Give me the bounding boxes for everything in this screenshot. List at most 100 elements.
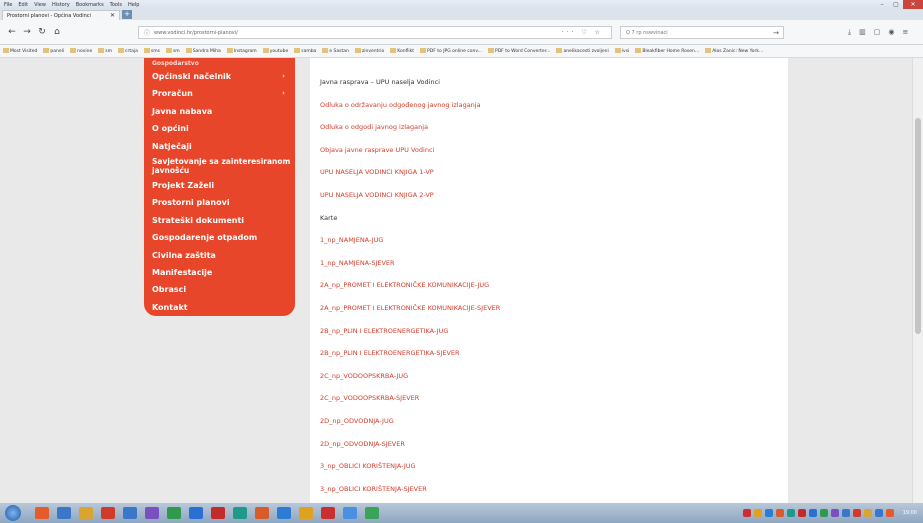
menu-item-edit[interactable]: Edit	[18, 2, 28, 8]
tray-icon[interactable]	[830, 509, 839, 517]
scrollbar-thumb[interactable]	[915, 118, 921, 334]
bookmark-item[interactable]: Bleakfiber Home Rosen...	[635, 48, 699, 54]
start-button[interactable]	[5, 505, 21, 521]
bookmark-item[interactable]: Instagram	[226, 48, 257, 54]
taskbar-app-icon[interactable]	[101, 507, 115, 519]
document-link[interactable]: 2D_np_ODVODNJA-SJEVER	[320, 440, 405, 448]
sidebar-icon[interactable]: ▢	[874, 28, 881, 37]
sidebar-item-1[interactable]: Proračun ›	[144, 85, 295, 102]
menu-item-bookmarks[interactable]: Bookmarks	[76, 2, 104, 8]
tray-icon[interactable]	[764, 509, 773, 517]
maximize-button[interactable]: ▢	[889, 0, 903, 9]
taskbar-app-icon[interactable]	[365, 507, 379, 519]
sidebar-item-8[interactable]: Strateški dokumenti	[144, 212, 295, 229]
document-link[interactable]: 3_np_OBLICI KORIŠTENJA-SJEVER	[320, 485, 427, 493]
tray-icon[interactable]	[797, 509, 806, 517]
menu-icon[interactable]: ≡	[902, 28, 908, 37]
library-icon[interactable]: ▥	[859, 28, 866, 37]
home-icon[interactable]: ⌂	[51, 26, 63, 38]
close-window-button[interactable]: ✕	[903, 0, 923, 9]
taskbar-app-icon[interactable]	[255, 507, 269, 519]
search-input[interactable]: Q 7 rp nswvinaci →	[620, 26, 784, 39]
document-link[interactable]: 1_np_NAMJENA-JUG	[320, 236, 383, 244]
document-link[interactable]: 3_np_OBLICI KORIŠTENJA-JUG	[320, 462, 416, 470]
tray-icon[interactable]	[808, 509, 817, 517]
sidebar-item-12[interactable]: Obrasci	[144, 281, 295, 298]
taskbar-app-icon[interactable]	[35, 507, 49, 519]
taskbar-app-icon[interactable]	[321, 507, 335, 519]
document-link[interactable]: 2B_np_PLIN I ELEKTROENERGETIKA-SJEVER	[320, 349, 460, 357]
sidebar-item-10[interactable]: Civilna zaštita	[144, 247, 295, 264]
menu-item-history[interactable]: History	[52, 2, 70, 8]
page-scrollbar[interactable]	[912, 58, 923, 503]
bookmark-item[interactable]: Konflikt	[390, 48, 414, 54]
download-icon[interactable]: ⤓	[848, 28, 851, 37]
taskbar-app-icon[interactable]	[233, 507, 247, 519]
document-link[interactable]: 2B_np_PLIN I ELEKTROENERGETIKA-JUG	[320, 327, 448, 335]
bookmark-item[interactable]: sm	[165, 48, 180, 54]
sidebar-item-11[interactable]: Manifestacije	[144, 264, 295, 281]
menu-item-tools[interactable]: Tools	[110, 2, 122, 8]
document-link[interactable]: Objava javne rasprave UPU Vodinci	[320, 146, 434, 154]
tray-icon[interactable]	[775, 509, 784, 517]
bookmark-item[interactable]: Alos Zanic: New York...	[705, 48, 763, 54]
site-info-icon[interactable]: ⓘ	[144, 28, 150, 37]
bookmark-item[interactable]: Most Visited	[3, 48, 37, 54]
bookmark-item[interactable]: samba	[294, 48, 316, 54]
sidebar-item-cut-off[interactable]: Gospodarstvo	[144, 60, 295, 68]
tray-icon[interactable]	[742, 509, 751, 517]
taskbar-app-icon[interactable]	[211, 507, 225, 519]
taskbar-app-icon[interactable]	[57, 507, 71, 519]
reload-icon[interactable]: ↻	[36, 26, 48, 38]
taskbar-app-icon[interactable]	[189, 507, 203, 519]
document-link[interactable]: 2C_np_VODOOPSKRBA-SJEVER	[320, 394, 419, 402]
sidebar-item-4[interactable]: Natječaji	[144, 138, 295, 155]
tray-icon[interactable]	[874, 509, 883, 517]
forward-arrow-icon[interactable]: →	[21, 26, 33, 38]
search-go-icon[interactable]: →	[773, 27, 779, 39]
menu-item-help[interactable]: Help	[128, 2, 139, 8]
sidebar-item-7[interactable]: Prostorni planovi	[144, 194, 295, 211]
tray-icon[interactable]	[819, 509, 828, 517]
bookmark-item[interactable]: sms	[143, 48, 160, 54]
bookmark-item[interactable]: zinventrio	[354, 48, 384, 54]
document-link[interactable]: 2A_np_PROMET I ELEKTRONIČKE KOMUNIKACIJE…	[320, 304, 500, 312]
document-link[interactable]: Odluka o održavanju odgođenog javnog izl…	[320, 101, 481, 109]
sidebar-item-13[interactable]: Kontakt	[144, 299, 295, 316]
sidebar-item-9[interactable]: Gospodarenje otpadom	[144, 229, 295, 246]
bookmark-item[interactable]: youtube	[262, 48, 288, 54]
tray-icon[interactable]	[852, 509, 861, 517]
shield-icon[interactable]: ◉	[888, 28, 894, 37]
bookmark-item[interactable]: e Sastan	[322, 48, 349, 54]
menu-item-file[interactable]: File	[4, 2, 12, 8]
bookmark-item[interactable]: ivsi	[614, 48, 629, 54]
sidebar-item-0[interactable]: Općinski načelnik ›	[144, 68, 295, 85]
taskbar-app-icon[interactable]	[167, 507, 181, 519]
tray-icon[interactable]	[786, 509, 795, 517]
tab-close-icon[interactable]: ✕	[110, 12, 115, 19]
document-link[interactable]: 2D_np_ODVODNJA-JUG	[320, 417, 394, 425]
document-link[interactable]: UPU NASELJA VODINCI KNJIGA 2-VP	[320, 191, 434, 199]
bookmark-item[interactable]: novine	[70, 48, 92, 54]
document-link[interactable]: 2C_np_VODOOPSKRBA-JUG	[320, 372, 408, 380]
menu-item-view[interactable]: View	[34, 2, 46, 8]
document-link[interactable]: UPU NASELJA VODINCI KNJIGA 1-VP	[320, 168, 434, 176]
document-link[interactable]: 2A_np_PROMET I ELEKTRONIČKE KOMUNIKACIJE…	[320, 281, 489, 289]
taskbar-app-icon[interactable]	[79, 507, 93, 519]
sidebar-item-2[interactable]: Javna nabava	[144, 103, 295, 120]
tray-icon[interactable]	[841, 509, 850, 517]
bookmark-item[interactable]: paneli	[43, 48, 64, 54]
taskbar-app-icon[interactable]	[145, 507, 159, 519]
minimize-button[interactable]: –	[875, 0, 889, 9]
url-bar[interactable]: ⓘ www.vodinci.hr/prostorni-planovi/ ··· …	[138, 26, 612, 39]
bookmark-item[interactable]: PDF to Word Converter...	[488, 48, 550, 54]
bookmark-item[interactable]: Sandra Miha	[185, 48, 221, 54]
new-tab-button[interactable]: +	[122, 10, 132, 19]
tab-prostorni-planovi[interactable]: Prostorni planovi - Općina Vodinci ✕	[2, 10, 120, 20]
bookmark-item[interactable]: PDF to JPG online conv...	[420, 48, 482, 54]
tray-icon[interactable]	[863, 509, 872, 517]
sidebar-item-6[interactable]: Projekt Zaželi	[144, 177, 295, 194]
tray-icon[interactable]	[753, 509, 762, 517]
tray-icon[interactable]	[885, 509, 894, 517]
taskbar-app-icon[interactable]	[123, 507, 137, 519]
